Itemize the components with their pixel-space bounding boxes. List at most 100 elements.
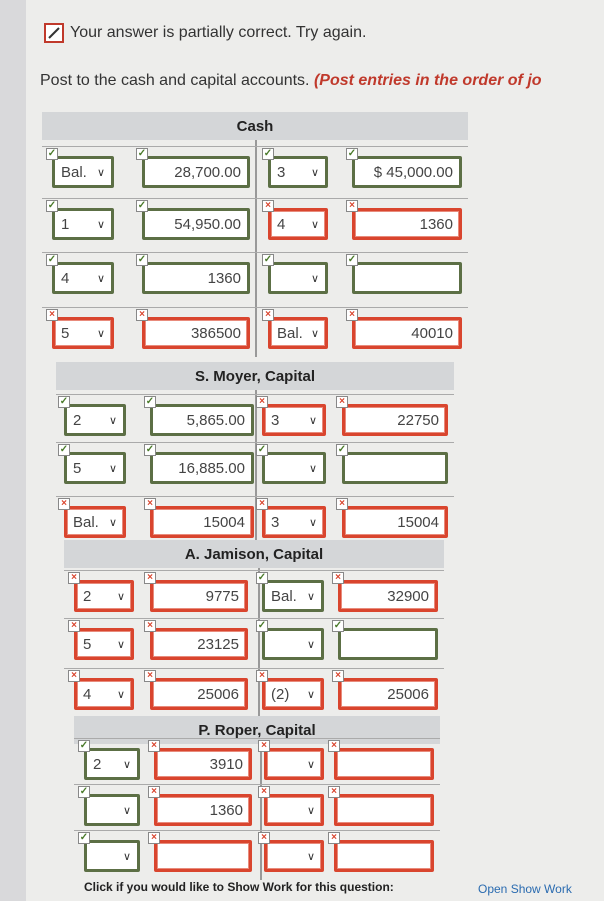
credit-amount-input[interactable]: 40010 [352,317,462,349]
x-mark-icon: × [328,740,340,752]
debit-ref-select-value: 2 [83,587,92,605]
credit-ref-select[interactable]: 3 ∨ [262,506,326,538]
debit-ref-select[interactable]: 5 ∨ [52,317,114,349]
credit-ref-select[interactable]: ∨ [264,794,324,826]
debit-amount-input[interactable]: 386500 [142,317,250,349]
credit-ref-select[interactable]: ∨ [268,262,328,294]
row-separator [74,830,440,831]
debit-ref-select[interactable]: 4 ∨ [52,262,114,294]
credit-ref-select[interactable]: 4 ∨ [268,208,328,240]
credit-amount-input[interactable] [342,452,448,484]
x-mark-icon: × [346,200,358,212]
debit-amount-input[interactable]: 23125 [150,628,248,660]
credit-amount-input[interactable]: 15004 [342,506,448,538]
account-center-divider [258,568,260,718]
chevron-down-icon: ∨ [306,688,315,701]
debit-amount-input-value: 28,700.00 [174,163,241,181]
status-message: Your answer is partially correct. Try ag… [70,24,367,41]
credit-amount-input[interactable] [334,748,434,780]
chevron-down-icon: ∨ [96,218,105,231]
chevron-down-icon: ∨ [306,590,315,603]
credit-amount-input[interactable]: $ 45,000.00 [352,156,462,188]
page-left-margin [0,0,26,901]
debit-ref-select[interactable]: Bal. ∨ [64,506,126,538]
credit-amount-input[interactable]: 1360 [352,208,462,240]
credit-ref-select[interactable]: ∨ [264,748,324,780]
debit-ref-select[interactable]: ∨ [84,840,140,872]
credit-amount-input[interactable] [334,840,434,872]
chevron-down-icon: ∨ [108,516,117,529]
debit-amount-input-value: 3910 [209,755,243,773]
x-mark-icon: × [144,498,156,510]
credit-amount-input[interactable] [334,794,434,826]
credit-amount-input[interactable] [338,628,438,660]
credit-ref-select[interactable]: ∨ [262,628,324,660]
row-separator [64,570,444,571]
chevron-down-icon: ∨ [122,804,131,817]
debit-ref-select[interactable]: 4 ∨ [74,678,134,710]
checkmark-icon: ✓ [46,148,58,160]
instruction-emphasis: (Post entries in the order of jo [313,72,542,89]
chevron-down-icon: ∨ [310,327,319,340]
debit-ref-select[interactable]: Bal. ∨ [52,156,114,188]
x-mark-icon: × [332,572,344,584]
debit-amount-input[interactable]: 16,885.00 [150,452,254,484]
chevron-down-icon: ∨ [306,758,315,771]
credit-ref-select[interactable]: Bal. ∨ [262,580,324,612]
debit-ref-select[interactable]: 2 ∨ [64,404,126,436]
account-title: P. Roper, Capital [74,716,440,744]
x-mark-icon: × [68,572,80,584]
x-mark-icon: × [58,498,70,510]
debit-ref-select[interactable]: 2 ∨ [74,580,134,612]
credit-amount-input[interactable]: 32900 [338,580,438,612]
debit-ref-select-value: 2 [93,755,102,773]
x-mark-icon: × [144,670,156,682]
row-separator [64,668,444,669]
debit-amount-input[interactable]: 1360 [142,262,250,294]
chevron-down-icon: ∨ [108,462,117,475]
debit-amount-input[interactable]: 1360 [154,794,252,826]
checkmark-icon: ✓ [332,620,344,632]
chevron-down-icon: ∨ [116,590,125,603]
credit-ref-select[interactable]: ∨ [264,840,324,872]
debit-amount-input[interactable]: 9775 [150,580,248,612]
debit-ref-select[interactable]: 5 ∨ [64,452,126,484]
chevron-down-icon: ∨ [306,638,315,651]
checkmark-icon: ✓ [346,254,358,266]
row-separator [42,146,468,147]
debit-ref-select[interactable]: 1 ∨ [52,208,114,240]
debit-ref-select[interactable]: ∨ [84,794,140,826]
debit-ref-select[interactable]: 5 ∨ [74,628,134,660]
account-title: Cash [42,112,468,140]
chevron-down-icon: ∨ [308,414,317,427]
x-mark-icon: × [258,740,270,752]
debit-ref-select-value: 5 [73,459,82,477]
debit-amount-input[interactable] [154,840,252,872]
credit-amount-input[interactable]: 25006 [338,678,438,710]
credit-amount-input[interactable] [352,262,462,294]
credit-ref-select[interactable]: 3 ∨ [268,156,328,188]
debit-amount-input[interactable]: 28,700.00 [142,156,250,188]
debit-amount-input-value: 15004 [203,513,245,531]
debit-amount-input[interactable]: 15004 [150,506,254,538]
debit-amount-input[interactable]: 25006 [150,678,248,710]
credit-ref-select[interactable]: ∨ [262,452,326,484]
debit-amount-input[interactable]: 5,865.00 [150,404,254,436]
debit-amount-input[interactable]: 3910 [154,748,252,780]
credit-amount-input[interactable]: 22750 [342,404,448,436]
credit-ref-select[interactable]: 3 ∨ [262,404,326,436]
x-mark-icon: × [256,396,268,408]
checkmark-icon: ✓ [256,620,268,632]
x-mark-icon: × [262,309,274,321]
open-show-work-link[interactable]: Open Show Work [478,882,572,896]
x-mark-icon: × [258,786,270,798]
instruction-text: Post to the cash and capital accounts. (… [40,72,604,90]
credit-ref-select-value: Bal. [277,324,303,342]
debit-ref-select[interactable]: 2 ∨ [84,748,140,780]
credit-amount-input-value: 40010 [411,324,453,342]
credit-ref-select[interactable]: (2) ∨ [262,678,324,710]
x-mark-icon: × [144,620,156,632]
credit-ref-select[interactable]: Bal. ∨ [268,317,328,349]
debit-amount-input[interactable]: 54,950.00 [142,208,250,240]
x-mark-icon: × [262,200,274,212]
